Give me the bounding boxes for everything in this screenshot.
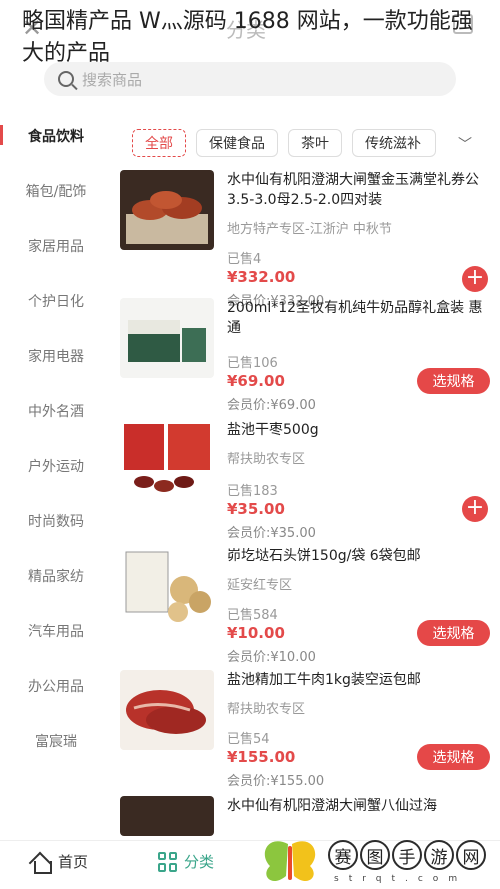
sold-count: 已售584 (227, 608, 278, 623)
tab-tea[interactable]: 茶叶 (288, 129, 342, 157)
category-sidebar: 食品饮料 箱包/配饰 家居用品 个护日化 家用电器 中外名酒 户外运动 时尚数码… (0, 108, 112, 828)
member-price: 会员价:¥35.00 (227, 526, 316, 541)
product-tag: 帮扶助农专区 (227, 702, 306, 717)
sidebar-item-home[interactable]: 家居用品 (0, 218, 112, 273)
product-image-dates (120, 420, 214, 500)
product-title: 200ml*12圣牧有机纯牛奶品醇礼盒装 惠通 (227, 300, 483, 336)
select-spec-button[interactable]: 选规格 (417, 620, 490, 646)
select-spec-button[interactable]: 选规格 (417, 368, 490, 394)
member-price: 会员价:¥10.00 (227, 650, 316, 665)
product-image-crab (120, 170, 214, 250)
product-image-crab-partial (120, 796, 214, 836)
chevron-down-icon[interactable]: ﹀ (458, 134, 472, 154)
product-title: 峁圪垯石头饼150g/袋 6袋包邮 (227, 548, 421, 564)
list-item[interactable]: 水中仙有机阳澄湖大闸蟹金玉满堂礼券公3.5-3.0母2.5-2.0四对装 地方特… (120, 168, 500, 309)
butterfly-logo-icon (264, 841, 316, 882)
sidebar-item-food[interactable]: 食品饮料 (0, 108, 112, 163)
product-title: 水中仙有机阳澄湖大闸蟹八仙过海 (227, 798, 437, 814)
sidebar-item-liquor[interactable]: 中外名酒 (0, 383, 112, 438)
list-item[interactable]: 盐池干枣500g 帮扶助农专区 已售183 ¥35.00 + 会员价:¥35.0… (120, 418, 500, 544)
add-to-cart-button[interactable]: + (462, 266, 488, 292)
nav-category[interactable]: 分类 (158, 851, 214, 872)
sold-count: 已售183 (227, 484, 278, 499)
product-tag: 帮扶助农专区 (227, 452, 306, 467)
sidebar-item-personal-care[interactable]: 个护日化 (0, 273, 112, 328)
subcategory-tabs: 全部 保健食品 茶叶 传统滋补 (132, 128, 500, 158)
product-tag: 延安红专区 (227, 578, 293, 593)
home-icon (30, 852, 52, 874)
product-image-stone-cake (120, 546, 214, 626)
product-title: 盐池干枣500g (227, 422, 319, 438)
tab-all[interactable]: 全部 (132, 129, 186, 157)
price: ¥69.00 (227, 372, 285, 390)
member-price: 会员价:¥69.00 (227, 398, 316, 413)
product-tag: 地方特产专区-江浙沪 中秋节 (227, 222, 392, 237)
list-item[interactable]: 水中仙有机阳澄湖大闸蟹八仙过海 (120, 794, 500, 836)
tab-traditional-tonic[interactable]: 传统滋补 (352, 129, 436, 157)
product-title: 水中仙有机阳澄湖大闸蟹金玉满堂礼券公3.5-3.0母2.5-2.0四对装 (227, 172, 479, 208)
watermark-text: 赛 图 手 游 网 (328, 840, 486, 870)
member-price: 会员价:¥155.00 (227, 774, 325, 789)
watermark-url: strqt.com (334, 874, 468, 884)
search-icon (58, 71, 74, 87)
price: ¥332.00 (227, 268, 296, 286)
sidebar-item-auto[interactable]: 汽车用品 (0, 603, 112, 658)
price: ¥155.00 (227, 748, 296, 766)
sidebar-item-digital[interactable]: 时尚数码 (0, 493, 112, 548)
sidebar-item-fuchenrui[interactable]: 富宸瑞 (0, 713, 112, 768)
product-image-milk (120, 298, 214, 378)
product-list: 水中仙有机阳澄湖大闸蟹金玉满堂礼券公3.5-3.0母2.5-2.0四对装 地方特… (120, 168, 500, 836)
add-to-cart-button[interactable]: + (462, 496, 488, 522)
sidebar-item-textiles[interactable]: 精品家纺 (0, 548, 112, 603)
watermark-logo: 赛 图 手 游 网 strqt.com (256, 830, 500, 889)
list-item[interactable]: 峁圪垯石头饼150g/袋 6袋包邮 延安红专区 已售584 ¥10.00 选规格… (120, 544, 500, 668)
product-image-beef (120, 670, 214, 750)
sidebar-item-bags[interactable]: 箱包/配饰 (0, 163, 112, 218)
list-item[interactable]: 200ml*12圣牧有机纯牛奶品醇礼盒装 惠通 已售106 ¥69.00 选规格… (120, 296, 500, 418)
sidebar-item-outdoor[interactable]: 户外运动 (0, 438, 112, 493)
sidebar-item-office[interactable]: 办公用品 (0, 658, 112, 713)
tab-health-food[interactable]: 保健食品 (196, 129, 278, 157)
sold-count: 已售4 (227, 252, 262, 267)
price: ¥35.00 (227, 500, 285, 518)
product-title: 盐池精加工牛肉1kg装空运包邮 (227, 672, 421, 688)
grid-icon (158, 851, 178, 872)
nav-home[interactable]: 首页 (30, 851, 88, 874)
search-input[interactable]: 搜索商品 (82, 69, 142, 90)
select-spec-button[interactable]: 选规格 (417, 744, 490, 770)
sidebar-item-appliances[interactable]: 家用电器 (0, 328, 112, 383)
overlay-headline: 略国精产品 W灬源码 1688 网站，一款功能强大的产品 (22, 9, 473, 66)
price: ¥10.00 (227, 624, 285, 642)
sold-count: 已售106 (227, 356, 278, 371)
list-item[interactable]: 盐池精加工牛肉1kg装空运包邮 帮扶助农专区 已售54 ¥155.00 选规格 … (120, 668, 500, 794)
sold-count: 已售54 (227, 732, 270, 747)
